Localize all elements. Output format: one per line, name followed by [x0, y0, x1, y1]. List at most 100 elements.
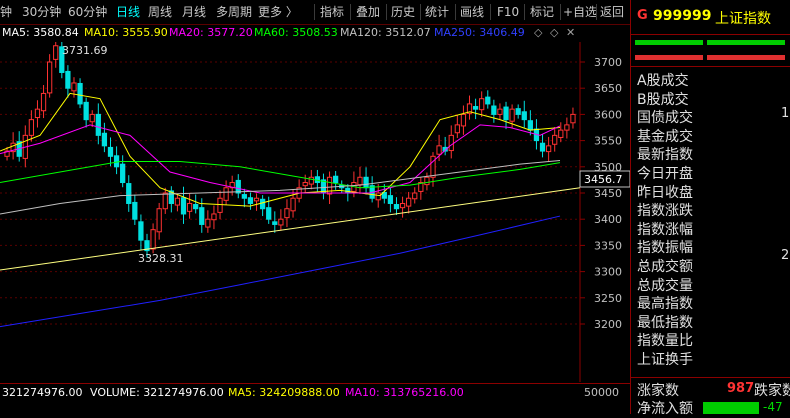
back-button[interactable]: 返回 [600, 3, 624, 21]
quote-label: 昨日收盘 [637, 184, 693, 201]
up-ratio-bar-2 [707, 40, 785, 45]
candle-body [424, 176, 430, 186]
quote-label: B股成交 [637, 91, 689, 108]
tick-label: 3250 [594, 292, 622, 305]
quote-label: A股成交 [637, 73, 689, 89]
history-button[interactable]: 历史 [391, 3, 415, 21]
collapse-icon[interactable]: ◇ [534, 26, 542, 39]
grid-lines [0, 42, 581, 382]
stock-code: 999999 [653, 8, 712, 24]
net-inflow-bar [703, 402, 759, 414]
quote-label: 最低指数 [637, 314, 693, 331]
candle-body [564, 124, 570, 131]
candle-body [503, 106, 509, 121]
f10-button[interactable]: F10 [497, 3, 519, 21]
candle-body [211, 213, 217, 221]
tab-more[interactable]: 更多 〉 [258, 3, 298, 21]
expand-icon[interactable]: ◇ [550, 26, 558, 39]
down-ratio-bar [635, 55, 703, 60]
ma20-value: MA20: 3577.20 [169, 26, 253, 39]
net-inflow-value: -47 [763, 400, 783, 414]
tab-weekly[interactable]: 周线 [148, 3, 172, 21]
indicator-button[interactable]: 指标 [320, 3, 344, 21]
tab-daily[interactable]: 日线 [116, 3, 140, 21]
chart-annotations: 3731.69 3328.31 3456.7 [62, 44, 630, 265]
candle-body [241, 194, 247, 199]
candle-body [406, 197, 412, 207]
tab-monthly[interactable]: 月线 [182, 3, 206, 21]
candle-body [83, 101, 89, 121]
volume-head-value: 321274976.00 [2, 386, 83, 399]
candle-body [308, 176, 314, 185]
candle-body [101, 132, 108, 147]
candle-body [302, 182, 308, 187]
quote-label: 国债成交 [637, 110, 693, 127]
candle-body [266, 207, 272, 220]
price-axis: 3700365036003550350034503400335033003250… [580, 56, 622, 331]
quote-label: 总成交额 [637, 259, 693, 275]
tick-label: 3450 [594, 187, 622, 200]
mark-button[interactable]: 标记 [530, 3, 554, 21]
tick-label: 3650 [594, 82, 622, 95]
candle-body [290, 197, 296, 212]
candle-body [272, 221, 278, 225]
add-watchlist-button[interactable]: +自选 [563, 3, 597, 21]
candle-body [284, 208, 290, 219]
candle-body [509, 108, 515, 122]
candle-body [217, 197, 223, 213]
tab-60min[interactable]: 60分钟 [68, 3, 107, 21]
quote-label: 基金成交 [637, 128, 693, 145]
stock-name: 上证指数 [715, 11, 771, 27]
candle-body [278, 218, 284, 226]
candle-body [247, 197, 254, 204]
candle-body [223, 187, 229, 201]
candle-body [150, 229, 156, 250]
candle-body [375, 192, 381, 201]
volume-ma10: MA10: 313765216.00 [345, 386, 464, 399]
tick-label: 3550 [594, 135, 622, 148]
draw-line-button[interactable]: 画线 [460, 3, 484, 21]
candle-body [460, 113, 467, 127]
rising-count-value: 987 [727, 381, 755, 396]
candle-body [40, 92, 47, 112]
candle-body [357, 176, 363, 186]
kline-chart[interactable]: 3700365036003550350034503400335033003250… [0, 42, 630, 382]
candle-body [387, 195, 394, 204]
candle-body [113, 155, 120, 168]
volume-ma5: MA5: 324209888.00 [228, 386, 340, 399]
ma20-line [0, 124, 561, 194]
candle-body [77, 82, 83, 105]
value-fragment-2: 2 [781, 248, 790, 263]
tab-multi-period[interactable]: 多周期 [216, 3, 252, 21]
candle-body [132, 201, 138, 220]
up-ratio-bar [635, 40, 703, 45]
tick-label: 3600 [594, 108, 622, 121]
candle-body [47, 61, 53, 94]
overlay-button[interactable]: 叠加 [356, 3, 380, 21]
quote-panel: G 999999 上证指数 A股成交 B股成交 国债成交 基金成交 最新指数 今日开盘 昨日… [630, 0, 790, 417]
candle-body [527, 120, 533, 131]
rising-count-label: 涨家数 [637, 383, 679, 399]
candle-body [479, 98, 485, 111]
candle-body [363, 176, 369, 189]
quote-label: 指数量比 [637, 333, 693, 350]
tab-30min[interactable]: 30分钟 [22, 3, 61, 21]
volume-indicator-line: 321274976.00 VOLUME: 321274976.00 MA5: 3… [0, 385, 630, 401]
tick-label: 3700 [594, 56, 622, 69]
quote-label: 今日开盘 [637, 166, 693, 182]
exchange-prefix: G [637, 8, 648, 23]
candle-body [126, 183, 132, 204]
close-icon[interactable]: ✕ [566, 26, 575, 39]
high-label: 3731.69 [62, 44, 108, 57]
ma60-value: MA60: 3508.53 [254, 26, 338, 39]
tab-minute[interactable]: 钟 [0, 3, 12, 21]
tick-label: 3200 [594, 318, 622, 331]
ma120-line [0, 160, 561, 215]
candle-body [399, 202, 406, 209]
candle-body [199, 207, 205, 225]
candle-body [558, 129, 564, 138]
ma60-line [0, 161, 561, 189]
period-toolbar: 钟 30分钟 60分钟 日线 周线 月线 多周期 更多 〉 指标 叠加 历史 统… [0, 0, 630, 25]
stats-button[interactable]: 统计 [425, 3, 449, 21]
candle-body [570, 113, 576, 124]
